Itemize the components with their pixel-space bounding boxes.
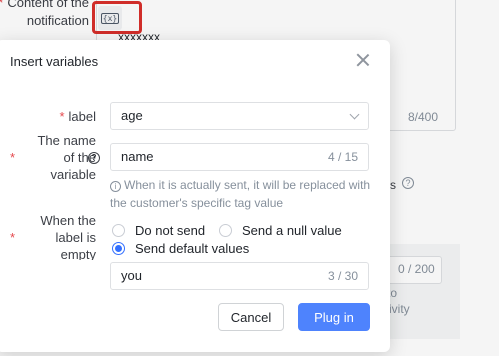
required-marker: * bbox=[10, 150, 16, 165]
label-select[interactable]: age bbox=[110, 102, 369, 130]
name-field-label: The name of the variable bbox=[37, 133, 96, 182]
plug-in-button[interactable]: Plug in bbox=[298, 303, 370, 331]
radio-do-not-send[interactable]: Do not send bbox=[112, 223, 205, 238]
label-select-value: age bbox=[121, 108, 143, 123]
variable-name-value: name bbox=[121, 149, 154, 164]
cancel-button[interactable]: Cancel bbox=[218, 303, 284, 331]
help-icon[interactable]: ? bbox=[88, 152, 100, 164]
label-field-label: * label bbox=[59, 109, 96, 124]
empty-field-label: When the label is empty bbox=[40, 213, 96, 260]
variable-name-input[interactable]: name 4 / 15 bbox=[110, 143, 369, 171]
dialog-title: Insert variables bbox=[10, 54, 99, 69]
default-value-count: 3 / 30 bbox=[327, 269, 358, 283]
default-value-input[interactable]: you 3 / 30 bbox=[110, 262, 369, 290]
radio-send-null[interactable]: Send a null value bbox=[219, 223, 342, 238]
radio-send-default[interactable]: Send default values bbox=[112, 241, 249, 256]
radio-dot-selected[interactable] bbox=[112, 242, 125, 255]
replacement-hint: i When it is actually sent, it will be re… bbox=[110, 178, 371, 210]
default-value: you bbox=[121, 268, 142, 283]
radio-dot[interactable] bbox=[219, 224, 232, 237]
radio-dot[interactable] bbox=[112, 224, 125, 237]
required-marker: * bbox=[10, 230, 16, 245]
info-icon: i bbox=[110, 181, 121, 192]
insert-variables-dialog: Insert variables * label age * The name o… bbox=[0, 40, 390, 352]
variable-name-count: 4 / 15 bbox=[327, 150, 358, 164]
close-icon[interactable] bbox=[354, 51, 372, 69]
chevron-down-icon bbox=[349, 109, 360, 120]
